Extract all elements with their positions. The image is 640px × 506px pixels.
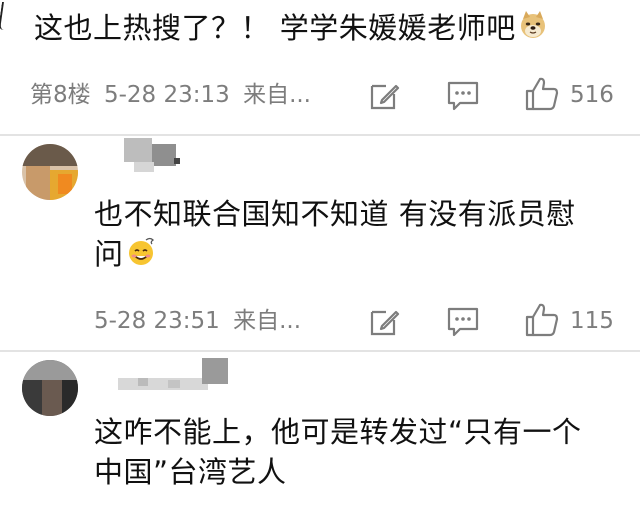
comment-icon[interactable] (446, 80, 480, 116)
timestamp: 5-28 23:13 (103, 82, 230, 108)
reply-2-text: 这咋不能上，他可是转发过“只有一个 中国”台湾艺人 (94, 412, 582, 492)
edit-icon[interactable] (368, 78, 402, 116)
reply-1-line-2: 问 (94, 237, 124, 271)
edit-icon[interactable] (368, 304, 402, 342)
comment-icon[interactable] (446, 306, 480, 342)
like-count: 115 (570, 308, 614, 334)
thumbs-up-icon (524, 76, 560, 116)
top-comment-content: 这也上热搜了？！ 学学朱媛媛老师吧 (34, 11, 516, 45)
timestamp: 5-28 23:51 (94, 308, 220, 334)
top-comment-meta: 第8楼 5-28 23:13 来自... (30, 80, 311, 110)
avatar[interactable] (22, 360, 78, 416)
like-count: 516 (570, 82, 614, 108)
thumbs-up-icon (524, 302, 560, 342)
reply-2-line-1: 这咋不能上，他可是转发过“只有一个 (94, 415, 582, 449)
top-comment-text: 这也上热搜了？！ 学学朱媛媛老师吧 (34, 8, 548, 50)
source-link[interactable]: 来自... (233, 308, 301, 334)
username-mosaic[interactable] (118, 358, 230, 390)
divider (0, 350, 640, 352)
divider (0, 134, 640, 136)
username-mosaic[interactable] (124, 138, 184, 178)
edge-fragment (0, 2, 12, 30)
reply-1-text: 也不知联合国知不知道 有没有派员慰 问 (94, 194, 576, 276)
doge-emoji-icon (518, 10, 548, 50)
reply-1-line-2-wrap: 问 (94, 234, 576, 276)
source-link[interactable]: 来自... (243, 82, 311, 108)
reply-1-meta: 5-28 23:51 来自... (94, 306, 301, 336)
floor-number: 第8楼 (30, 82, 91, 108)
avatar[interactable] (22, 144, 78, 200)
dizzy-smile-emoji-icon (126, 236, 156, 276)
reply-2-line-2: 中国”台湾艺人 (94, 455, 287, 489)
reply-1-line-1: 也不知联合国知不知道 有没有派员慰 (94, 197, 576, 231)
